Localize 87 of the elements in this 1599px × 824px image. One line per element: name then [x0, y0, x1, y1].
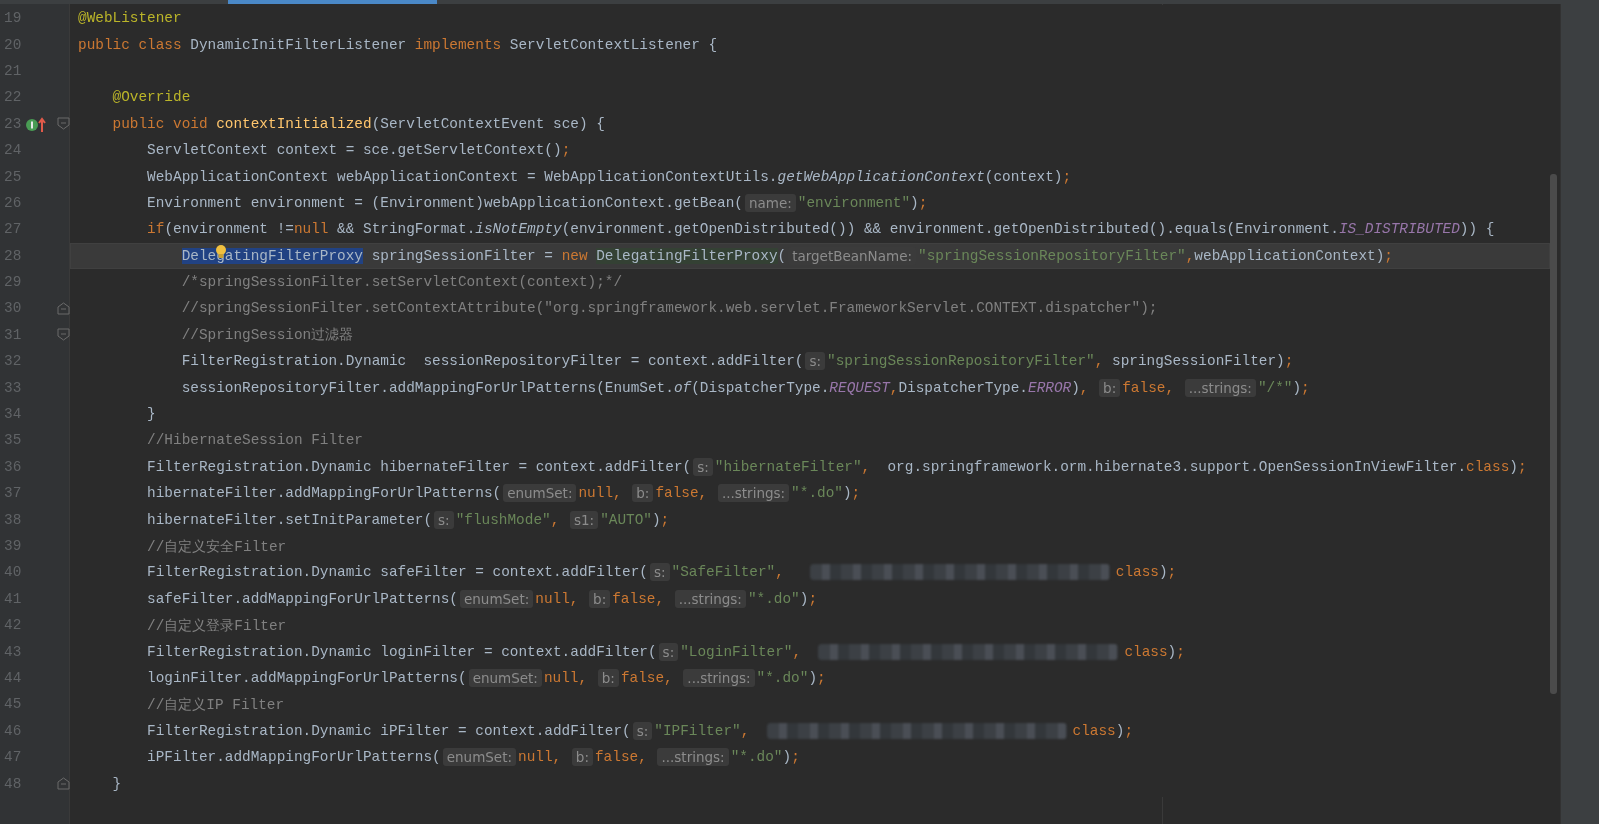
- fold-marker-icon[interactable]: [56, 302, 70, 315]
- parameter-hint: b:: [1099, 378, 1121, 397]
- parameter-hint: s:: [650, 563, 670, 582]
- parameter-hint: b:: [589, 589, 611, 608]
- code-text: loginFilter.addMappingForUrlPatterns(: [147, 669, 467, 686]
- code-text: }: [147, 406, 156, 423]
- parameter-hint: ...strings:: [674, 589, 746, 608]
- code-text: /*springSessionFilter.setServletContext(context);*/: [181, 274, 623, 291]
- code-text: //自定义IP Filter: [147, 695, 285, 714]
- code-text: public class DynamicInitFilterListener implements ServletContextListener {: [78, 36, 718, 53]
- code-text: hibernateFilter.setInitParameter(: [147, 511, 433, 528]
- parameter-hint: name:: [744, 193, 796, 212]
- circle-arrow-icon[interactable]: [24, 115, 47, 132]
- code-text: @WebListener: [78, 10, 182, 27]
- code-text: public void contextInitialized(ServletContextEvent sce) {: [112, 115, 605, 132]
- code-text: "/*");: [1257, 379, 1310, 396]
- parameter-hint: ...strings:: [717, 484, 790, 503]
- parameter-hint: s:: [434, 510, 454, 529]
- code-text: null,: [518, 749, 563, 766]
- selected-text: DelegatingFilterProxy: [181, 247, 363, 264]
- code-text: class);: [1072, 722, 1134, 739]
- code-text: "IPFilter",: [654, 722, 751, 739]
- code-text: ServletContext context = sce.getServletContext();: [147, 142, 571, 159]
- code-text: //springSessionFilter.setContextAttribute("org.springframework.web.servlet.FrameworkServlet.CONTEXT.dispatcher");: [181, 300, 1158, 317]
- code-text: "*.do");: [747, 590, 818, 607]
- code-text: "*.do");: [791, 485, 861, 502]
- highlighted-text: DelegatingFilterProxy: [596, 247, 778, 264]
- parameter-hint: s:: [658, 642, 679, 661]
- code-text: "AUTO");: [600, 511, 670, 528]
- code-text: "SafeFilter",: [671, 564, 785, 581]
- code-text: (: [777, 247, 787, 264]
- code-text: "springSessionRepositoryFilter", springSessionFilter);: [827, 353, 1294, 370]
- code-text: springSessionFilter = new: [370, 247, 589, 264]
- code-text: safeFilter.addMappingForUrlPatterns(: [147, 590, 458, 607]
- code-text: //自定义安全Filter: [147, 537, 287, 556]
- code-text: null,: [578, 485, 623, 502]
- code-text: null,: [535, 590, 580, 607]
- code-text: FilterRegistration.Dynamic iPFilter = context.addFilter(: [147, 722, 631, 739]
- parameter-hint: enumSet:: [442, 748, 516, 767]
- code-text: "LoginFilter",: [680, 643, 803, 660]
- code-text: "flushMode",: [455, 511, 561, 528]
- parameter-hint: s1:: [569, 510, 599, 529]
- parameter-hint: enumSet:: [460, 589, 534, 608]
- parameter-hint: s:: [693, 457, 713, 476]
- code-text: sessionRepositoryFilter.addMappingForUrlPatterns(EnumSet.of(DispatcherType.REQUEST,DispatcherType.ERROR),: [181, 379, 1090, 396]
- parameter-hint: b:: [632, 484, 654, 503]
- code-text: iPFilter.addMappingForUrlPatterns(: [147, 749, 441, 766]
- code-text: "*.do");: [756, 669, 826, 686]
- code-editor[interactable]: [0, 4, 1550, 824]
- code-text: "hibernateFilter", org.springframework.orm.hibernate3.support.OpenSessionInViewFilter.class);: [714, 458, 1527, 475]
- code-text: false,: [1122, 379, 1176, 396]
- code-text: FilterRegistration.Dynamic safeFilter = context.addFilter(: [147, 564, 648, 581]
- parameter-hint: ...strings:: [657, 748, 729, 767]
- fold-marker-icon[interactable]: [56, 328, 70, 342]
- parameter-hint: enumSet:: [503, 484, 577, 503]
- code-text: @Override: [112, 89, 191, 106]
- code-text: Environment environment = (Environment)webApplicationContext.getBean(: [147, 194, 743, 211]
- parameter-hint: enumSet:: [468, 668, 542, 687]
- fold-marker-icon[interactable]: [56, 117, 70, 131]
- code-text: hibernateFilter.addMappingForUrlPatterns(: [147, 485, 502, 502]
- parameter-hint: s:: [805, 352, 825, 371]
- code-text: "environment");: [797, 194, 928, 211]
- parameter-hint: ...strings:: [683, 668, 755, 687]
- scrollbar-thumb[interactable]: [1550, 174, 1557, 694]
- code-text: false,: [594, 749, 648, 766]
- code-text: class);: [1124, 643, 1185, 660]
- code-text: false,: [655, 485, 709, 502]
- code-text: "springSessionRepositoryFilter",webApplicationContext);: [918, 247, 1393, 264]
- fold-marker-icon[interactable]: [56, 777, 70, 790]
- code-text: }: [112, 775, 122, 792]
- parameter-hint: b:: [597, 668, 619, 687]
- code-text: //SpringSession过滤器: [181, 326, 354, 345]
- code-text: //HibernateSession Filter: [147, 432, 363, 449]
- code-text: false,: [620, 669, 674, 686]
- parameter-hint: s:: [632, 721, 653, 740]
- code-text: FilterRegistration.Dynamic loginFilter = context.addFilter(: [147, 643, 657, 660]
- code-text: FilterRegistration.Dynamic sessionRepositoryFilter = context.addFilter(: [181, 353, 804, 370]
- code-text: null,: [543, 669, 589, 686]
- parameter-hint: b:: [571, 748, 593, 767]
- code-text: FilterRegistration.Dynamic hibernateFilter = context.addFilter(: [147, 458, 692, 475]
- code-text: WebApplicationContext webApplicationContext = WebApplicationContextUtils.getWebApplicationContext(context);: [147, 168, 1072, 185]
- code-text: if(environment !=null && StringFormat.isNotEmpty(environment.getOpenDistributed()) && environment.getOpenDistributed().equals(Environment.IS_DISTRIBUTED)) {: [147, 221, 1495, 238]
- code-text: false,: [612, 590, 666, 607]
- parameter-hint: ...strings:: [1184, 378, 1256, 397]
- code-text: //自定义登录Filter: [147, 616, 287, 635]
- code-text: "*.do");: [730, 749, 800, 766]
- code-text: class);: [1115, 564, 1177, 581]
